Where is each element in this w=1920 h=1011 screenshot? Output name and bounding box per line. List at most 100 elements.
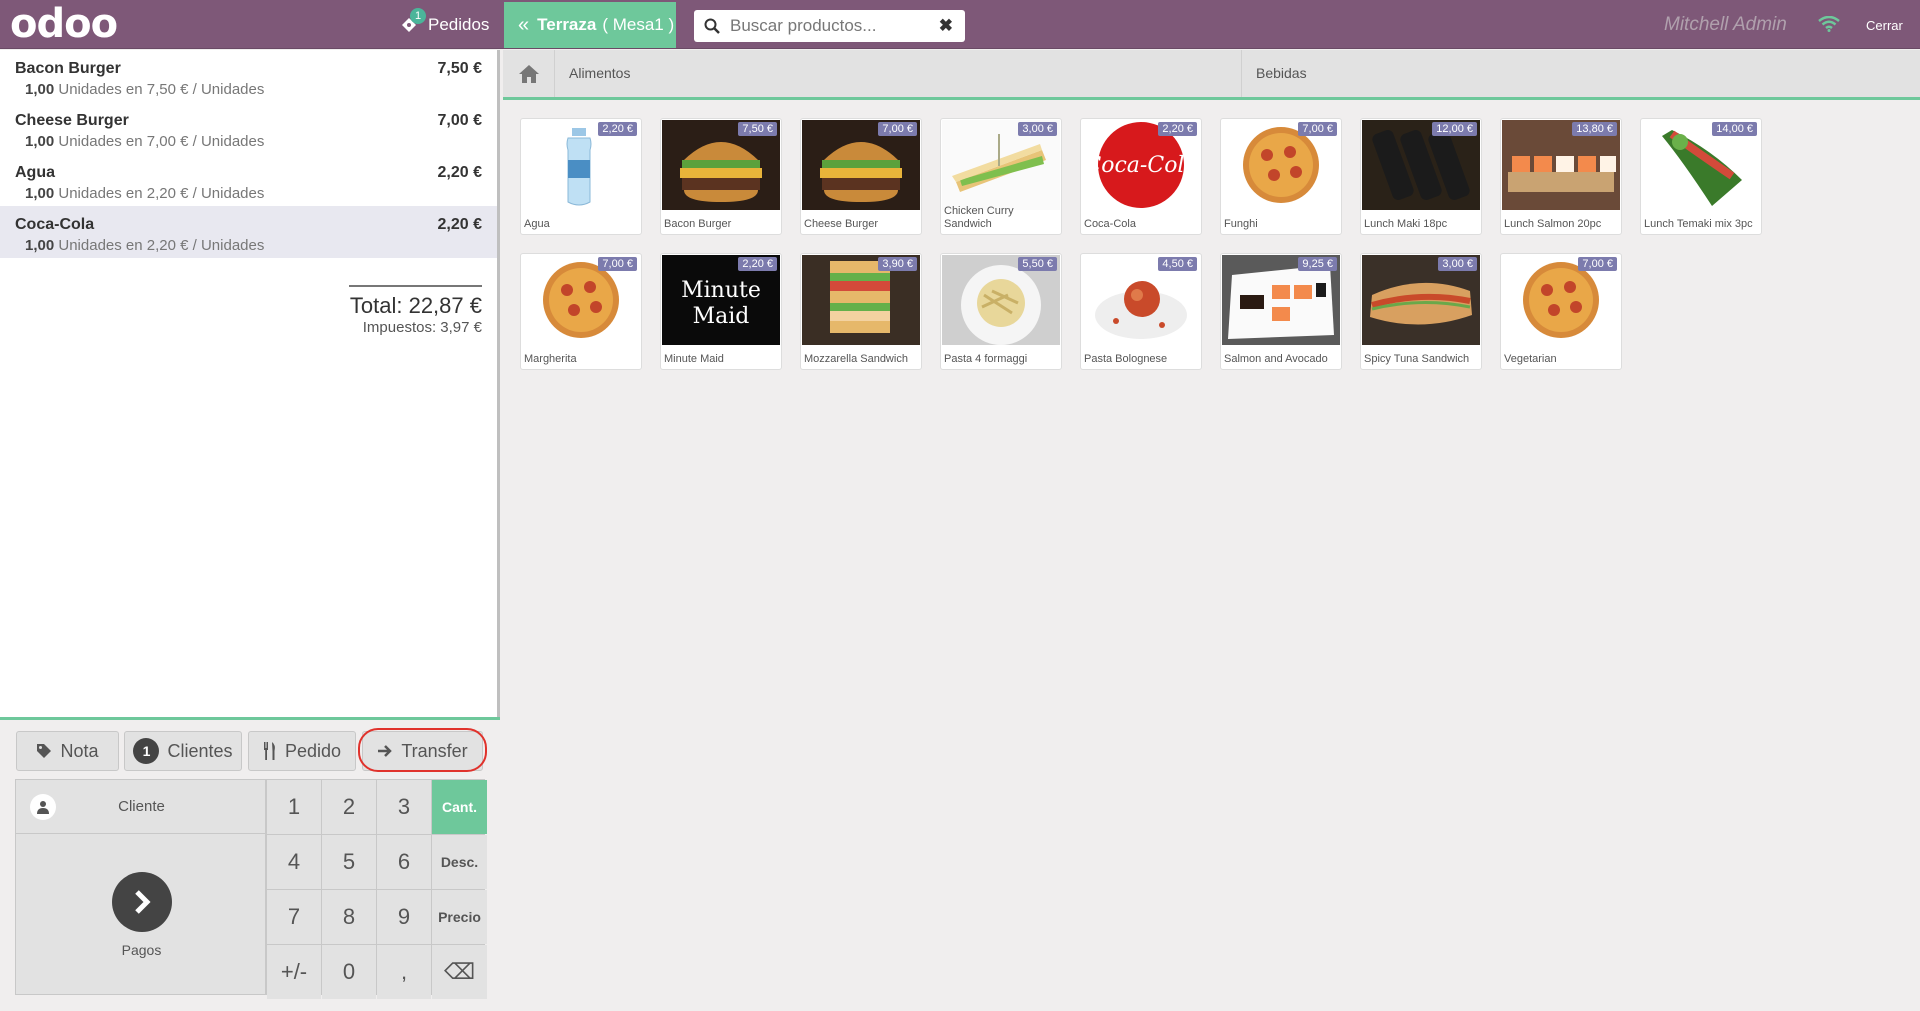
- product-price-tag: 2,20 €: [738, 257, 777, 271]
- order-button[interactable]: Pedido: [248, 731, 356, 771]
- product-card[interactable]: 12,00 € Lunch Maki 18pc: [1360, 118, 1482, 235]
- note-button[interactable]: Nota: [16, 731, 119, 771]
- product-price-tag: 2,20 €: [1158, 122, 1197, 136]
- order-line-selected[interactable]: Coca-Cola 2,20 € 1,00 Unidades en 2,20 €…: [0, 206, 497, 258]
- order-line-info: 1,00 Unidades en 2,20 € / Unidades: [25, 185, 265, 202]
- order-line-price: 2,20 €: [437, 164, 482, 181]
- wifi-icon: [1818, 15, 1840, 37]
- product-card[interactable]: Minute Maid 2,20 € Minute Maid: [660, 253, 782, 370]
- actionpad: Cliente Pagos: [15, 779, 267, 996]
- numpad-key-1[interactable]: 1: [267, 780, 321, 834]
- product-card[interactable]: 3,90 € Mozzarella Sandwich: [800, 253, 922, 370]
- numpad-key-9[interactable]: 9: [377, 890, 431, 944]
- table-back-button[interactable]: « Terraza ( Mesa1 ): [504, 2, 676, 48]
- product-name: Pasta 4 formaggi: [944, 353, 1028, 365]
- backspace-icon[interactable]: ⌫: [432, 945, 487, 999]
- product-card[interactable]: 14,00 € Lunch Temaki mix 3pc: [1640, 118, 1762, 235]
- ticket-icon: 1: [396, 8, 426, 38]
- product-name: Chicken Curry Sandwich: [944, 205, 1014, 230]
- price-mode-button[interactable]: Precio: [432, 890, 487, 944]
- order-line[interactable]: Agua 2,20 € 1,00 Unidades en 2,20 € / Un…: [0, 154, 497, 206]
- product-name: Bacon Burger: [664, 218, 732, 230]
- cutlery-icon: [263, 742, 275, 760]
- guests-button[interactable]: 1 Clientes: [124, 731, 242, 771]
- product-card[interactable]: Coca-Cola 2,20 € Coca-Cola: [1080, 118, 1202, 235]
- numpad-key-plusminus[interactable]: +/-: [267, 945, 321, 999]
- category-bar: Alimentos Bebidas: [503, 50, 1920, 100]
- product-name: Cheese Burger: [804, 218, 878, 230]
- product-card[interactable]: 5,50 € Pasta 4 formaggi: [940, 253, 1062, 370]
- order-line-name: Cheese Burger: [15, 112, 129, 129]
- product-name: Agua: [524, 218, 550, 230]
- svg-text:Maid: Maid: [693, 304, 750, 329]
- order-line-price: 2,20 €: [437, 216, 482, 233]
- product-card[interactable]: 7,50 € Bacon Burger: [660, 118, 782, 235]
- payment-button[interactable]: Pagos: [16, 834, 267, 996]
- product-card[interactable]: 9,25 € Salmon and Avocado: [1220, 253, 1342, 370]
- product-card[interactable]: 3,00 € Spicy Tuna Sandwich: [1360, 253, 1482, 370]
- product-card[interactable]: 3,00 € Chicken Curry Sandwich: [940, 118, 1062, 235]
- product-card[interactable]: 7,00 € Margherita: [520, 253, 642, 370]
- product-name: Vegetarian: [1504, 353, 1557, 365]
- numpad-key-2[interactable]: 2: [322, 780, 376, 834]
- svg-text:Minute: Minute: [681, 278, 761, 303]
- svg-text:Coca-Cola: Coca-Cola: [1084, 153, 1197, 178]
- product-price-tag: 13,80 €: [1572, 122, 1617, 136]
- order-line[interactable]: Bacon Burger 7,50 € 1,00 Unidades en 7,5…: [0, 50, 497, 102]
- product-name: Spicy Tuna Sandwich: [1364, 353, 1470, 365]
- top-bar: odoo 1 Pedidos « Terraza ( Mesa1 ) ✖ Mit…: [0, 0, 1920, 49]
- close-button[interactable]: Cerrar: [1866, 18, 1903, 33]
- numpad-key-comma[interactable]: ,: [377, 945, 431, 999]
- discount-mode-button[interactable]: Desc.: [432, 835, 487, 889]
- product-price-tag: 5,50 €: [1018, 257, 1057, 271]
- floor-name: Terraza: [537, 15, 597, 34]
- order-total: Total: 22,87 €: [349, 293, 482, 318]
- order-line-info: 1,00 Unidades en 7,00 € / Unidades: [25, 133, 265, 150]
- numpad-key-6[interactable]: 6: [377, 835, 431, 889]
- product-price-tag: 12,00 €: [1432, 122, 1477, 136]
- numpad-key-3[interactable]: 3: [377, 780, 431, 834]
- order-line[interactable]: Cheese Burger 7,00 € 1,00 Unidades en 7,…: [0, 102, 497, 154]
- order-line-info: 1,00 Unidades en 7,50 € / Unidades: [25, 81, 265, 98]
- search-icon: [704, 18, 720, 34]
- product-price-tag: 14,00 €: [1712, 122, 1757, 136]
- numpad-key-8[interactable]: 8: [322, 890, 376, 944]
- search-input[interactable]: [730, 16, 930, 36]
- product-name: Mozzarella Sandwich: [804, 353, 908, 365]
- product-price-tag: 7,00 €: [598, 257, 637, 271]
- table-name: ( Mesa1 ): [602, 15, 675, 34]
- product-price-tag: 7,00 €: [878, 122, 917, 136]
- product-name: Salmon and Avocado: [1224, 353, 1328, 365]
- product-card[interactable]: 13,80 € Lunch Salmon 20pc: [1500, 118, 1622, 235]
- numpad: 1 2 3 Cant. 4 5 6 Desc. 7 8 9 Precio +/-…: [266, 779, 487, 999]
- product-price-tag: 3,00 €: [1438, 257, 1477, 271]
- product-card[interactable]: 7,00 € Cheese Burger: [800, 118, 922, 235]
- product-card[interactable]: 4,50 € Pasta Bolognese: [1080, 253, 1202, 370]
- numpad-key-4[interactable]: 4: [267, 835, 321, 889]
- product-price-tag: 4,50 €: [1158, 257, 1197, 271]
- customer-button[interactable]: Cliente: [16, 780, 267, 834]
- category-alimentos[interactable]: Alimentos: [555, 50, 1242, 97]
- annotation-highlight-ring: [358, 728, 487, 772]
- order-line-name: Agua: [15, 164, 55, 181]
- numpad-key-5[interactable]: 5: [322, 835, 376, 889]
- numpad-key-7[interactable]: 7: [267, 890, 321, 944]
- orders-button[interactable]: 1 Pedidos: [396, 8, 490, 40]
- product-card[interactable]: 7,00 € Vegetarian: [1500, 253, 1622, 370]
- product-card[interactable]: 2,20 € Agua: [520, 118, 642, 235]
- order-line-name: Bacon Burger: [15, 60, 121, 77]
- product-card[interactable]: 7,00 € Funghi: [1220, 118, 1342, 235]
- product-search: ✖: [694, 10, 965, 42]
- quantity-mode-button[interactable]: Cant.: [432, 780, 487, 834]
- username: Mitchell Admin: [1664, 14, 1787, 35]
- clear-search-icon[interactable]: ✖: [939, 16, 953, 36]
- double-chevron-left-icon: «: [518, 13, 530, 36]
- product-name: Funghi: [1224, 218, 1258, 230]
- category-bebidas[interactable]: Bebidas: [1242, 50, 1920, 97]
- home-icon[interactable]: [503, 50, 555, 97]
- product-price-tag: 2,20 €: [598, 122, 637, 136]
- orders-label: Pedidos: [428, 15, 490, 34]
- product-name: Margherita: [524, 353, 577, 365]
- order-line-price: 7,50 €: [437, 60, 482, 77]
- numpad-key-0[interactable]: 0: [322, 945, 376, 999]
